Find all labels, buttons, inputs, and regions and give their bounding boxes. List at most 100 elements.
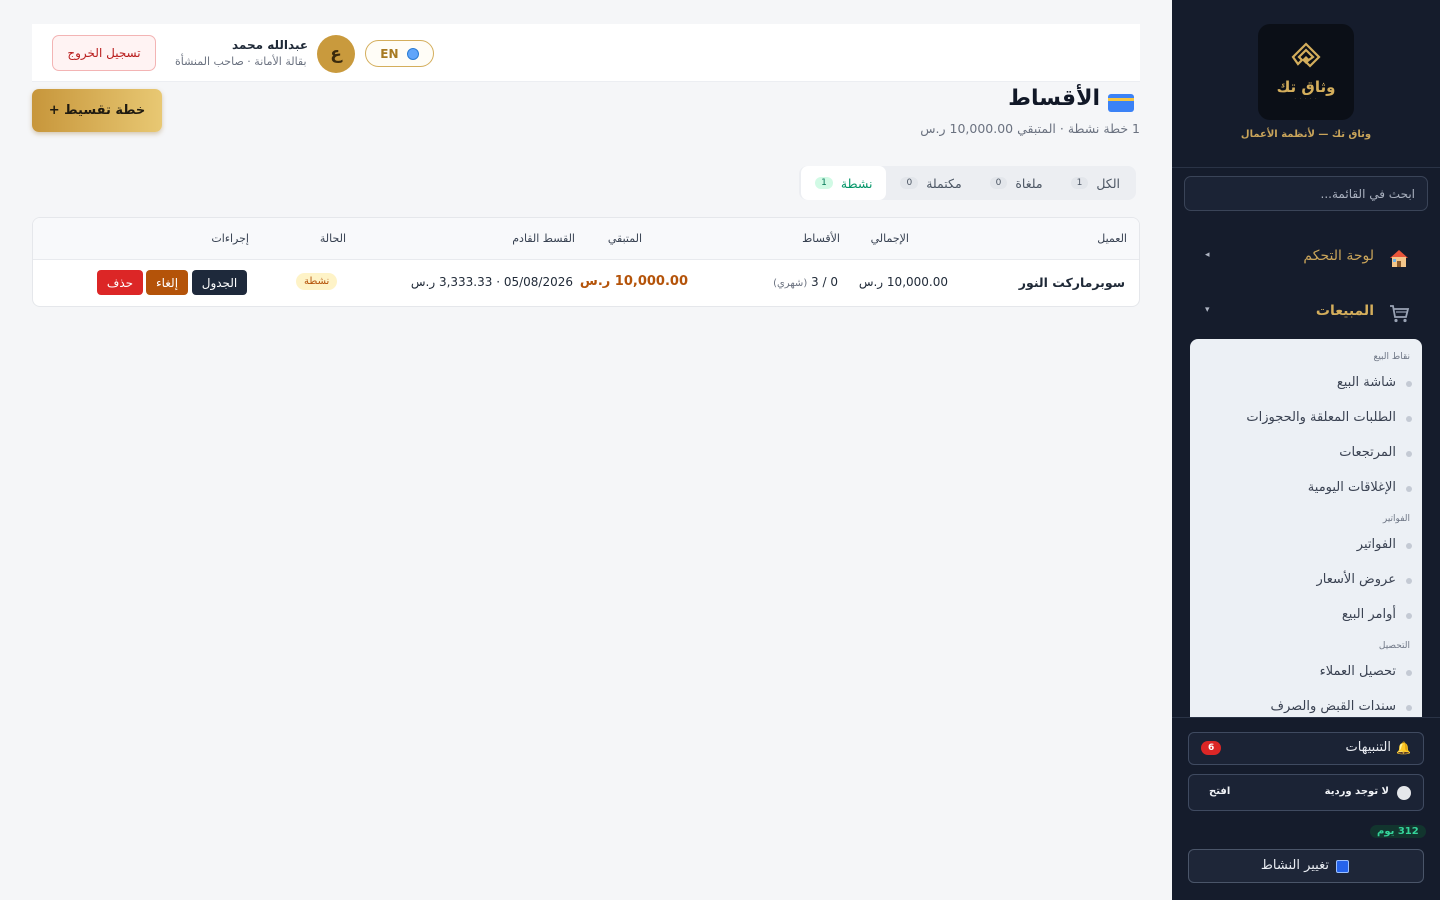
open-shift-button[interactable]: افتح [1209,786,1230,797]
shift-status-label: لا توجد وردية [1324,786,1389,797]
refresh-icon [1336,860,1349,873]
submenu-item-quotes[interactable]: عروض الأسعار [1190,570,1422,592]
group-label-invoices: الفواتير [1382,514,1410,524]
status-tabs: نشطة 1 مكتملة 0 ملغاة 0 الكل 1 [799,166,1136,200]
user-name: عبدالله محمد [232,38,309,52]
tab-count: 1 [1070,177,1089,189]
submenu-item-customer-collection[interactable]: تحصيل العملاء [1190,662,1422,684]
column-header-client: العميل [1097,232,1127,245]
brand-subtext: · · · · · [1294,96,1318,102]
submenu-label: شاشة البيع [1336,375,1396,390]
tab-cancelled[interactable]: ملغاة 0 [976,166,1057,200]
cell-total: 10,000.00 ر.س [858,275,948,289]
add-installment-plan-button[interactable]: + خطة تقسيط [32,89,162,132]
page-subtitle: 1 خطة نشطة · المتبقي 10,000.00 ر.س [920,121,1140,136]
bullet-icon [1406,416,1412,422]
bullet-icon [1406,578,1412,584]
tab-label: مكتملة [926,175,962,191]
page-title: الأقساط [1008,86,1100,111]
nav-label-dashboard: لوحة التحكم [1303,248,1374,264]
submenu-label: الفواتير [1356,537,1396,552]
group-label-pos: نقاط البيع [1373,352,1410,362]
tab-completed[interactable]: مكتملة 0 [886,166,975,200]
logo-mark-icon [1291,42,1321,68]
cart-icon [1390,305,1410,323]
schedule-button[interactable]: الجدول [192,270,247,295]
tab-active[interactable]: نشطة 1 [801,166,887,200]
cell-remaining: 10,000.00 ر.س [579,274,688,289]
chevron-left-icon: ◂ [1205,250,1210,260]
change-activity-button[interactable]: تغيير النشاط [1188,849,1424,883]
nav-label-sales: المبيعات [1315,303,1374,319]
globe-icon [406,48,419,60]
submenu-item-pos-screen[interactable]: شاشة البيع [1190,373,1422,395]
brand-tagline: وثاق تك — لأنظمة الأعمال [1240,129,1372,140]
column-header-total: الإجمالي [870,232,909,245]
shift-status-icon [1397,786,1411,800]
delete-plan-button[interactable]: حذف [97,270,143,295]
tab-count: 1 [815,177,833,189]
user-role: بقالة الأمانة · صاحب المنشأة [175,55,307,68]
logout-button[interactable]: تسجيل الخروج [52,35,156,71]
sales-submenu: نقاط البيع شاشة البيع الطلبات المعلقة وا… [1190,339,1422,718]
column-header-next-installment: القسط القادم [512,232,575,245]
tab-all[interactable]: الكل 1 [1057,166,1134,200]
submenu-item-invoices[interactable]: الفواتير [1190,535,1422,557]
sidebar: وثاق تك · · · · · وثاق تك — لأنظمة الأعم… [1172,0,1440,900]
language-label: EN [380,46,399,61]
submenu-item-pending-orders[interactable]: الطلبات المعلقة والحجوزات [1190,408,1422,430]
installments-table: العميل الإجمالي الأقساط المتبقي القسط ال… [32,217,1140,307]
submenu-label: الإغلاقات اليومية [1307,480,1396,495]
tab-label: الكل [1096,175,1120,191]
tab-count: 0 [989,177,1008,189]
bullet-icon [1406,613,1412,619]
cell-client: سوبرماركت النور [1018,275,1125,290]
column-header-status: الحالة [319,232,346,245]
tab-count: 0 [900,177,919,189]
cancel-plan-button[interactable]: إلغاء [146,270,188,295]
submenu-item-daily-closings[interactable]: الإغلاقات اليومية [1190,478,1422,500]
submenu-label: المرتجعات [1339,445,1396,460]
alerts-button[interactable]: 🔔 التنبيهات 6 [1188,732,1424,765]
chevron-down-icon: ▾ [1205,305,1210,315]
change-activity-label: تغيير النشاط [1260,858,1329,873]
sidebar-footer: 🔔 التنبيهات 6 لا توجد وردية افتح 312 يوم… [1172,717,1440,900]
cell-next-installment: 05/08/2026 · 3,333.33 ر.س [410,275,573,289]
submenu-item-vouchers[interactable]: سندات القبض والصرف [1190,697,1422,718]
installments-frequency: (شهري) [773,278,808,289]
column-header-remaining: المتبقي [607,232,642,245]
submenu-item-sales-orders[interactable]: أوامر البيع [1190,605,1422,627]
tab-label: ملغاة [1015,175,1043,191]
group-label-collection: التحصيل [1378,641,1410,651]
brand-name: وثاق تك [1276,78,1336,96]
bullet-icon [1406,543,1412,549]
avatar[interactable]: ع [317,35,355,73]
submenu-label: تحصيل العملاء [1319,664,1396,679]
sidebar-search-input[interactable] [1184,176,1428,211]
bullet-icon [1406,381,1412,387]
submenu-label: سندات القبض والصرف [1270,699,1396,714]
submenu-item-returns[interactable]: المرتجعات [1190,443,1422,465]
shift-panel: لا توجد وردية افتح [1188,774,1424,811]
submenu-label: أوامر البيع [1341,607,1396,622]
bullet-icon [1406,705,1412,711]
alerts-count-badge: 6 [1201,741,1222,755]
brand-logo[interactable]: وثاق تك · · · · · [1258,24,1354,120]
status-badge: نشطة [296,273,338,290]
tab-label: نشطة [840,175,873,191]
nav-item-sales[interactable]: المبيعات ▾ [1172,293,1440,333]
installments-progress: 0 / 3 [811,275,838,289]
cell-installments: 0 / 3 (شهري) [773,275,838,289]
column-header-actions: إجراءات [211,232,249,245]
column-header-installments: الأقساط [802,232,840,245]
bullet-icon [1406,486,1412,492]
house-icon [1390,250,1408,267]
table-header: العميل الإجمالي الأقساط المتبقي القسط ال… [33,218,1139,260]
nav-item-dashboard[interactable]: لوحة التحكم ◂ [1172,238,1440,278]
bell-icon: 🔔 [1396,741,1411,755]
language-toggle-button[interactable]: EN [365,40,434,67]
top-bar: تسجيل الخروج عبدالله محمد بقالة الأمانة … [32,24,1140,82]
subscription-days-badge: 312 يوم [1370,825,1426,838]
bullet-icon [1406,451,1412,457]
alerts-label: التنبيهات [1345,740,1391,755]
